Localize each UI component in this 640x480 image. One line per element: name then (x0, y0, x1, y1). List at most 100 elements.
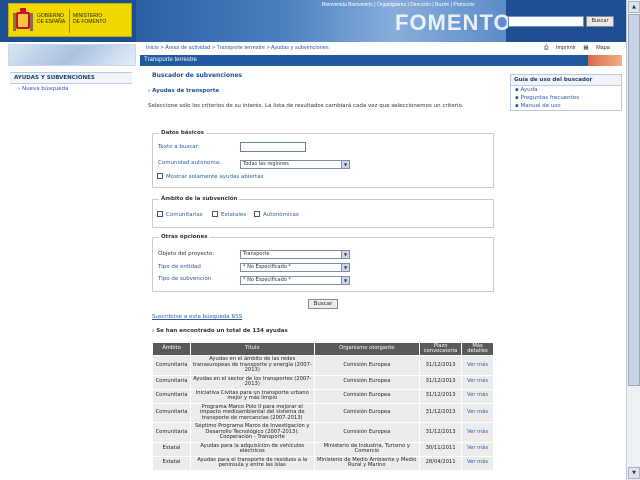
entity-type-select[interactable]: * No Especificado * ▼ (240, 263, 350, 272)
coat-of-arms-icon (13, 8, 33, 31)
scope-regional-checkbox[interactable] (254, 211, 260, 217)
section-subtitle: › Ayudas de transporte (148, 88, 220, 94)
rss-subscribe-link[interactable]: Suscribirse a esta búsqueda RSS (152, 314, 242, 320)
cell-deadline: 31/12/2013 (419, 374, 463, 390)
sidebar-item-new-search[interactable]: › Nueva búsqueda (10, 84, 132, 94)
table-header-row: Ámbito Título Organismo otorgante Plazo … (152, 342, 494, 356)
column-header-scope[interactable]: Ámbito (152, 342, 191, 356)
cell-organism: Comisión Europea (313, 355, 421, 376)
print-link[interactable]: ⎙ Imprimir (544, 45, 576, 51)
cell-organism: Comisión Europea (313, 374, 421, 390)
community-label: Comunidad autónoma: (158, 160, 221, 166)
decorative-banner (8, 44, 136, 66)
site-header: GOBIERNO DE ESPAÑA MINISTERIO DE FOMENTO… (0, 0, 640, 42)
see-more-link[interactable]: Ver más (461, 355, 494, 376)
results-table: Ámbito Título Organismo otorgante Plazo … (152, 342, 494, 471)
ministry-name: MINISTERIO DE FOMENTO (73, 13, 107, 25)
table-row: Comunitaria Programa Marco Polo II para m… (152, 402, 494, 423)
sidebar-title: AYUDAS Y SUBVENCIONES (10, 72, 132, 84)
entity-type-label: Tipo de entidad (158, 264, 201, 270)
other-options-legend: Otras opciones (161, 234, 208, 240)
cell-deadline: 31/12/2013 (419, 402, 463, 423)
scrollbar-thumb[interactable] (628, 14, 640, 386)
cell-scope: Estatal (152, 455, 191, 471)
scope-legend: Ámbito de la subvención (161, 196, 238, 202)
cell-deadline: 31/12/2013 (419, 355, 463, 376)
section-decor (588, 55, 622, 66)
table-row: Comunitaria Séptimo Programa Marco de Inv… (152, 422, 494, 443)
cell-scope: Comunitaria (152, 355, 191, 376)
guide-item-manual[interactable]: ▪ Manual de uso (511, 102, 621, 110)
map-link[interactable]: ▦ Mapa (583, 45, 610, 51)
government-logo[interactable]: GOBIERNO DE ESPAÑA MINISTERIO DE FOMENTO (8, 3, 132, 37)
cell-deadline: 31/12/2013 (419, 388, 463, 404)
see-more-link[interactable]: Ver más (461, 388, 494, 404)
cell-title: Iniciativa Civitas para un transporte ur… (189, 388, 315, 404)
cell-title: Ayudas para el transporte de residuos a … (189, 455, 315, 471)
subsidy-type-label: Tipo de subvención (158, 276, 212, 282)
utility-links: ⎙ Imprimir ▦ Mapa (538, 45, 610, 52)
scope-regional-label: Autonómicas (263, 212, 299, 218)
search-button[interactable]: Buscar (586, 16, 614, 27)
scroll-down-icon[interactable]: ▼ (628, 467, 640, 479)
cell-organism: Ministerio de Medio Ambiente y Medio Rur… (313, 455, 421, 471)
government-name: GOBIERNO DE ESPAÑA (37, 13, 66, 25)
scope-state-checkbox[interactable] (212, 211, 218, 217)
cell-scope: Comunitaria (152, 402, 191, 423)
scope-community-label: Comunitarias (166, 212, 203, 218)
cell-scope: Comunitaria (152, 388, 191, 404)
cell-scope: Comunitaria (152, 374, 191, 390)
logo-divider (69, 9, 70, 33)
chevron-down-icon: ▼ (341, 161, 349, 168)
table-row: Estatal Ayudas para el transporte de resi… (152, 455, 494, 471)
guide-item-faq[interactable]: ▪ Preguntas frecuentes (511, 94, 621, 102)
top-navigation[interactable]: Bienvenida Bienvenido | Organigrama | Di… (322, 2, 475, 8)
see-more-link[interactable]: Ver más (461, 422, 494, 443)
table-row: Comunitaria Ayudas en el ámbito de las re… (152, 355, 494, 376)
cell-organism: Comisión Europea (313, 388, 421, 404)
cell-organism: Comisión Europea (313, 402, 421, 423)
cell-deadline: 28/04/2011 (419, 455, 463, 471)
chevron-down-icon: ▼ (341, 277, 349, 284)
text-search-input[interactable] (240, 142, 306, 152)
basic-data-legend: Datos básicos (161, 130, 204, 136)
cell-title: Programa Marco Polo II para mejorar el i… (189, 402, 315, 423)
see-more-link[interactable]: Ver más (461, 402, 494, 423)
cell-deadline: 31/12/2013 (419, 422, 463, 443)
chevron-down-icon: ▼ (341, 251, 349, 258)
column-header-deadline[interactable]: Plazo convocatoria (419, 342, 463, 356)
scope-state-label: Estatales (221, 212, 247, 218)
vertical-scrollbar[interactable]: ▲ ▼ (626, 0, 640, 480)
left-sidebar: AYUDAS Y SUBVENCIONES › Nueva búsqueda (10, 72, 132, 94)
object-select[interactable]: Transporte ▼ (240, 250, 350, 259)
cell-scope: Comunitaria (152, 422, 191, 443)
column-header-organism[interactable]: Organismo otorgante (313, 342, 421, 356)
scroll-up-icon[interactable]: ▲ (628, 1, 640, 13)
object-label: Objeto del proyecto: (158, 251, 215, 257)
open-only-label: Mostrar solamente ayudas abiertas (166, 174, 264, 180)
main-content: Buscador de subvenciones › Ayudas de tra… (148, 72, 496, 110)
scope-community-checkbox[interactable] (157, 211, 163, 217)
see-more-link[interactable]: Ver más (461, 441, 494, 457)
cell-title: Ayudas en el sector de los transportes (… (189, 374, 315, 390)
cell-title: Séptimo Programa Marco de Investigación … (189, 422, 315, 443)
column-header-title[interactable]: Título (189, 342, 315, 356)
search-submit-button[interactable]: Buscar (308, 299, 338, 309)
site-brand: FOMENTO (395, 10, 512, 35)
search-input[interactable] (508, 16, 584, 27)
cell-organism: Comisión Europea (313, 422, 421, 443)
community-select[interactable]: Todas las regiones ▼ (240, 160, 350, 169)
see-more-link[interactable]: Ver más (461, 374, 494, 390)
breadcrumb[interactable]: Inicio > Áreas de actividad > Transporte… (146, 45, 329, 51)
subsidy-type-select[interactable]: * No Especificado * ▼ (240, 276, 350, 285)
results-count: › Se han encontrado un total de 134 ayud… (152, 328, 288, 334)
guide-title: Guía de uso del buscador (511, 75, 621, 86)
see-more-link[interactable]: Ver más (461, 455, 494, 471)
cell-title: Ayudas para la adquisición de vehículos … (189, 441, 315, 457)
open-only-checkbox[interactable] (157, 173, 163, 179)
text-search-label: Texto a buscar: (158, 144, 200, 150)
table-row: Comunitaria Ayudas en el sector de los tr… (152, 374, 494, 390)
cell-scope: Estatal (152, 441, 191, 457)
section-title-bar: Transporte terrestre (140, 55, 622, 66)
guide-item-help[interactable]: ▪ Ayuda (511, 86, 621, 94)
